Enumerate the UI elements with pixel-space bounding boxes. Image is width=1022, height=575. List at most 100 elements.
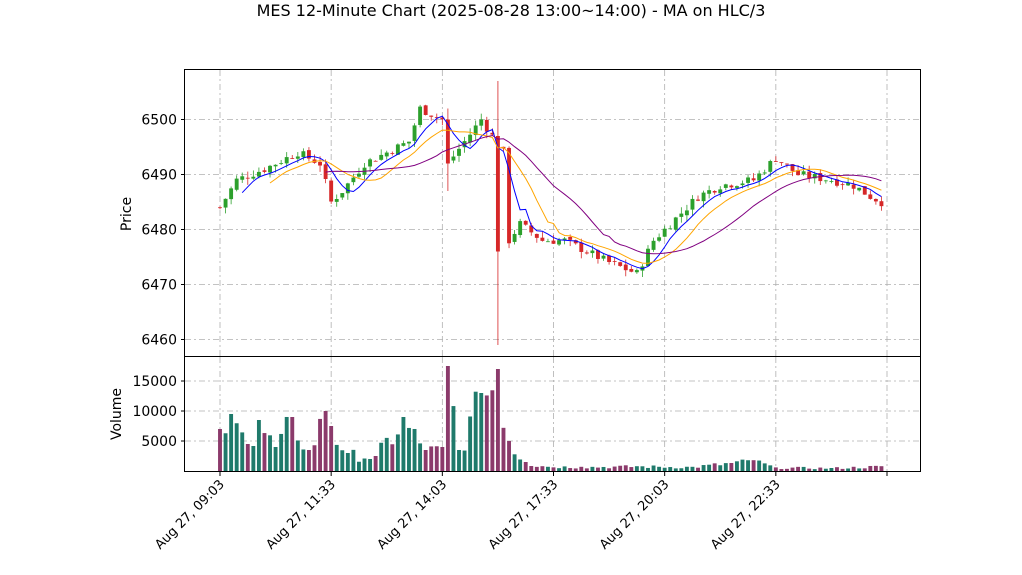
- candle-body: [251, 176, 256, 179]
- candle-body: [384, 152, 389, 157]
- volume-bar: [846, 468, 851, 471]
- candle-body: [612, 261, 617, 263]
- volume-bar: [545, 466, 550, 471]
- volume-bar: [340, 450, 345, 471]
- volume-bar: [229, 414, 234, 471]
- volume-bar: [284, 416, 289, 471]
- volume-bar: [729, 462, 734, 471]
- candle-body: [301, 151, 306, 158]
- volume-bar: [557, 468, 562, 471]
- volume-bar: [796, 466, 801, 471]
- price-tick-label: 6490: [141, 168, 177, 184]
- volume-bar: [468, 416, 473, 471]
- volume-bar: [618, 465, 623, 471]
- volume-bar: [301, 449, 306, 471]
- volume-ylabel: Volume: [109, 388, 125, 440]
- candle-body: [379, 154, 384, 160]
- price-frame: [184, 69, 921, 357]
- candle-body: [857, 187, 862, 191]
- candle-body: [284, 157, 289, 164]
- candle-body: [657, 237, 662, 241]
- candle-body: [718, 189, 723, 194]
- candle-body: [873, 198, 878, 202]
- volume-bar: [601, 466, 606, 471]
- candle-body: [673, 217, 678, 230]
- candle-body: [729, 185, 734, 188]
- candle-body: [234, 178, 239, 190]
- volume-bar: [779, 469, 784, 471]
- volume-bar: [696, 467, 700, 471]
- candle-body: [334, 199, 339, 202]
- candle-body: [601, 255, 606, 259]
- candle-body: [568, 236, 573, 240]
- volume-bar: [323, 411, 328, 471]
- volume-bar: [401, 417, 406, 471]
- volume-bar: [268, 435, 272, 471]
- candle-body: [557, 240, 562, 245]
- volume-bar: [218, 429, 222, 471]
- volume-bar: [384, 437, 389, 471]
- price-ylabel: Price: [119, 197, 135, 231]
- volume-bar: [407, 427, 411, 471]
- candle-body: [801, 171, 806, 175]
- volume-panel: 5000 10000 15000 Volume: [109, 356, 921, 472]
- volume-bar: [718, 465, 723, 471]
- volume-bar: [840, 468, 845, 471]
- candle-body: [868, 194, 873, 199]
- candle-body: [507, 147, 511, 244]
- volume-bar: [445, 366, 450, 471]
- candle-body: [823, 180, 828, 182]
- volume-bar: [379, 442, 384, 471]
- volume-bar: [657, 466, 662, 471]
- price-tick-label: 6480: [141, 223, 177, 239]
- volume-bar: [518, 459, 523, 471]
- x-tick-label: Aug 27, 20:03: [597, 477, 673, 553]
- candle-body: [223, 198, 228, 208]
- candle-body: [357, 173, 361, 177]
- price-y-ticks: 6460 6470 6480 6490 6500: [141, 113, 185, 349]
- candle-body: [273, 164, 278, 167]
- candle-body: [418, 106, 423, 125]
- volume-bar: [634, 466, 639, 471]
- candle-body: [740, 183, 745, 186]
- candle-body: [245, 177, 250, 179]
- volume-bar: [690, 466, 695, 471]
- volume-bar: [240, 432, 245, 471]
- volume-bar: [318, 418, 322, 471]
- price-tick-label: 6460: [141, 333, 177, 349]
- candle-body: [757, 173, 762, 181]
- candle-body: [429, 115, 434, 117]
- volume-bar: [823, 468, 828, 471]
- volume-frame: [184, 356, 921, 472]
- candle-body: [879, 201, 884, 207]
- x-tick-label: Aug 27, 14:03: [375, 477, 451, 553]
- candle-body: [807, 171, 812, 179]
- candle-body: [218, 207, 222, 209]
- volume-bars: [218, 366, 884, 471]
- volume-tick-label: 5000: [141, 434, 177, 450]
- candle-body: [651, 240, 656, 250]
- volume-bar: [368, 458, 373, 471]
- volume-bar: [440, 447, 445, 471]
- volume-bar: [351, 449, 356, 471]
- volume-bar: [312, 445, 317, 471]
- volume-bar: [423, 450, 428, 471]
- candle-body: [618, 262, 623, 266]
- volume-bar: [868, 465, 873, 471]
- volume-bar: [495, 369, 500, 471]
- price-grid: [185, 70, 920, 356]
- volume-bar: [712, 463, 717, 471]
- candle-body: [829, 181, 834, 182]
- candle-body: [368, 159, 373, 167]
- volume-bar: [679, 468, 684, 471]
- volume-bar: [251, 446, 256, 471]
- volume-bar: [490, 390, 495, 471]
- candle-body: [268, 165, 272, 173]
- volume-bar: [418, 443, 423, 471]
- candle-body: [329, 180, 334, 202]
- candle-body: [623, 264, 628, 271]
- candle-body: [240, 176, 245, 180]
- candle-body: [751, 178, 756, 181]
- volume-bar: [773, 467, 778, 471]
- volume-bar: [651, 465, 656, 471]
